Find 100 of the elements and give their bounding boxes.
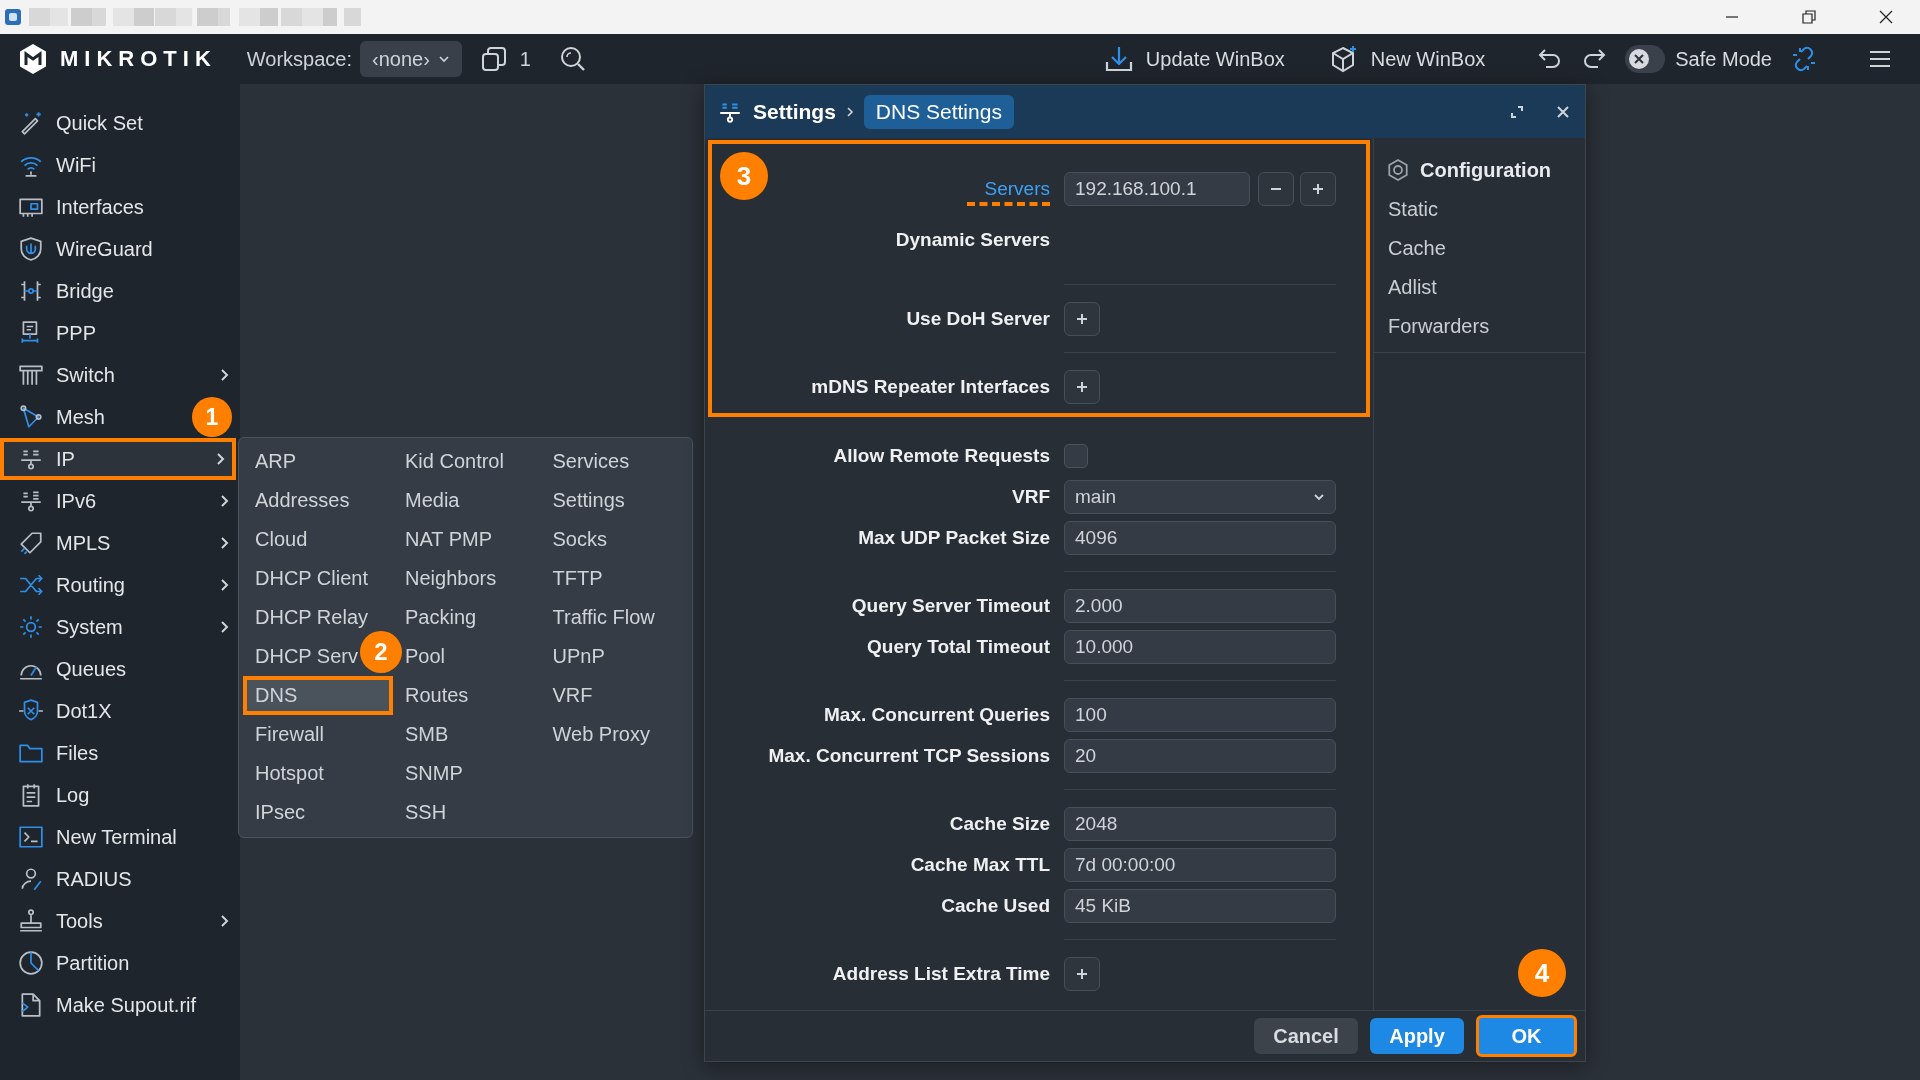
input-field[interactable]: 10.000: [1064, 629, 1336, 664]
input-field[interactable]: 192.168.100.1: [1064, 171, 1250, 206]
menu-item[interactable]: Cloud: [255, 528, 308, 551]
menu-item[interactable]: Pool: [405, 645, 446, 668]
menu-item[interactable]: Kid Control: [405, 450, 504, 473]
close-icon[interactable]: [1555, 103, 1571, 120]
sidebar-item[interactable]: New Terminal: [0, 816, 181, 858]
breadcrumb-item[interactable]: DNS Settings: [863, 94, 1014, 129]
sidebar-item[interactable]: Dot1X: [0, 690, 116, 732]
add-button[interactable]: [1064, 369, 1100, 404]
secondary-button[interactable]: Cancel: [1254, 1018, 1358, 1054]
menu-item[interactable]: DHCP Serv: [255, 645, 358, 668]
menu-item[interactable]: Packing: [405, 606, 477, 629]
input-field[interactable]: 4096: [1064, 520, 1336, 555]
caret-icon: [437, 53, 450, 65]
chevron-icon: [845, 105, 854, 118]
sidebar-item[interactable]: Quick Set: [0, 102, 147, 144]
step-badge: 1: [192, 397, 232, 437]
search-icon[interactable]: [558, 45, 587, 73]
app-icon: [5, 9, 21, 25]
tag-icon: [18, 530, 44, 556]
field-label: Servers: [966, 177, 1050, 206]
menu-item[interactable]: Services: [552, 450, 630, 473]
sidebar-item[interactable]: Switch: [0, 354, 240, 396]
dropdown[interactable]: main: [1064, 479, 1336, 514]
menu-item[interactable]: SSH: [405, 801, 447, 824]
input-field[interactable]: 20: [1064, 738, 1336, 773]
field-label: Use DoH Server: [906, 307, 1050, 329]
window-count: 1: [519, 47, 531, 71]
sidebar-item[interactable]: RADIUS: [0, 858, 136, 900]
broken-link-icon[interactable]: [1790, 45, 1818, 73]
menu-item[interactable]: IPsec: [255, 801, 306, 824]
sidebar-item[interactable]: Files: [0, 732, 103, 774]
sidebar-item[interactable]: Interfaces: [0, 186, 148, 228]
menu-item[interactable]: Firewall: [255, 723, 324, 746]
add-button[interactable]: [1064, 301, 1100, 336]
sidebar-item[interactable]: Tools: [0, 900, 240, 942]
menu-icon[interactable]: [1868, 49, 1892, 69]
sidebar-item[interactable]: MPLS: [0, 522, 240, 564]
restore-icon[interactable]: [1801, 10, 1816, 24]
menu-item[interactable]: SMB: [405, 723, 449, 746]
menu-item[interactable]: Settings: [552, 489, 625, 512]
menu-item[interactable]: Web Proxy: [552, 723, 650, 746]
menu-item[interactable]: SNMP: [405, 762, 463, 785]
step-badge: 3: [720, 152, 768, 200]
bridge-icon: [18, 278, 44, 304]
checkbox[interactable]: [1064, 443, 1088, 468]
sidebar-item[interactable]: WireGuard: [0, 228, 157, 270]
sidebar-item[interactable]: System: [0, 606, 240, 648]
add-button[interactable]: [1300, 171, 1336, 206]
plus-icon: [1312, 182, 1324, 195]
menu-item[interactable]: TFTP: [552, 567, 603, 590]
input-field[interactable]: 100: [1064, 697, 1336, 732]
nav-link[interactable]: Cache: [1374, 229, 1585, 268]
sidebar-item[interactable]: Partition: [0, 942, 134, 984]
step-badge: 4: [1518, 949, 1566, 997]
field-label: Max. Concurrent TCP Sessions: [768, 744, 1050, 766]
nav-link[interactable]: Static: [1374, 190, 1585, 229]
workspace-dropdown[interactable]: ‹none›: [360, 41, 462, 77]
input-field[interactable]: 2.000: [1064, 588, 1336, 623]
nav-link[interactable]: Forwarders: [1374, 307, 1585, 346]
add-button[interactable]: [1064, 956, 1100, 991]
nav-link[interactable]: Adlist: [1374, 268, 1585, 307]
maximize-icon[interactable]: [1509, 103, 1525, 120]
menu-item[interactable]: Socks: [552, 528, 607, 551]
sidebar-item[interactable]: Queues: [0, 648, 131, 690]
sidebar-item[interactable]: WiFi: [0, 144, 100, 186]
input-field[interactable]: 2048: [1064, 806, 1336, 841]
menu-item[interactable]: Media: [405, 489, 460, 512]
menu-item[interactable]: UPnP: [552, 645, 605, 668]
safe-mode-toggle[interactable]: [1625, 45, 1666, 73]
sidebar-item[interactable]: Make Supout.rif: [0, 984, 201, 1026]
windows-icon[interactable]: [479, 45, 508, 73]
primary-button[interactable]: Apply: [1370, 1018, 1464, 1054]
sidebar-item[interactable]: Bridge: [0, 270, 118, 312]
sidebar-item[interactable]: IPv6: [0, 480, 240, 522]
menu-item[interactable]: Neighbors: [405, 567, 497, 590]
sidebar-item[interactable]: IP: [0, 438, 236, 480]
sidebar-item[interactable]: Mesh: [0, 396, 109, 438]
menu-item[interactable]: VRF: [552, 684, 593, 707]
input-field[interactable]: 7d 00:00:00: [1064, 847, 1336, 882]
menu-item[interactable]: Routes: [405, 684, 469, 707]
menu-item[interactable]: NAT PMP: [405, 528, 493, 551]
sidebar-item[interactable]: PPP: [0, 312, 101, 354]
menu-item[interactable]: Hotspot: [255, 762, 324, 785]
menu-item[interactable]: Addresses: [255, 489, 350, 512]
new-winbox-button[interactable]: New WinBox: [1328, 44, 1486, 74]
sidebar-item[interactable]: Routing: [0, 564, 240, 606]
primary-button[interactable]: OK: [1476, 1015, 1577, 1057]
sidebar-item[interactable]: Log: [0, 774, 94, 816]
update-winbox-button[interactable]: Update WinBox: [1103, 44, 1285, 74]
menu-item[interactable]: DNS: [243, 676, 393, 715]
close-icon[interactable]: [1878, 10, 1893, 24]
menu-item[interactable]: DHCP Client: [255, 567, 368, 590]
menu-item[interactable]: ARP: [255, 450, 297, 473]
input-field[interactable]: 45 KiB: [1064, 888, 1336, 923]
workspace-label: Workspace:: [246, 47, 352, 71]
menu-item[interactable]: Traffic Flow: [552, 606, 655, 629]
menu-item[interactable]: DHCP Relay: [255, 606, 368, 629]
breadcrumb-item[interactable]: Settings: [753, 99, 836, 124]
